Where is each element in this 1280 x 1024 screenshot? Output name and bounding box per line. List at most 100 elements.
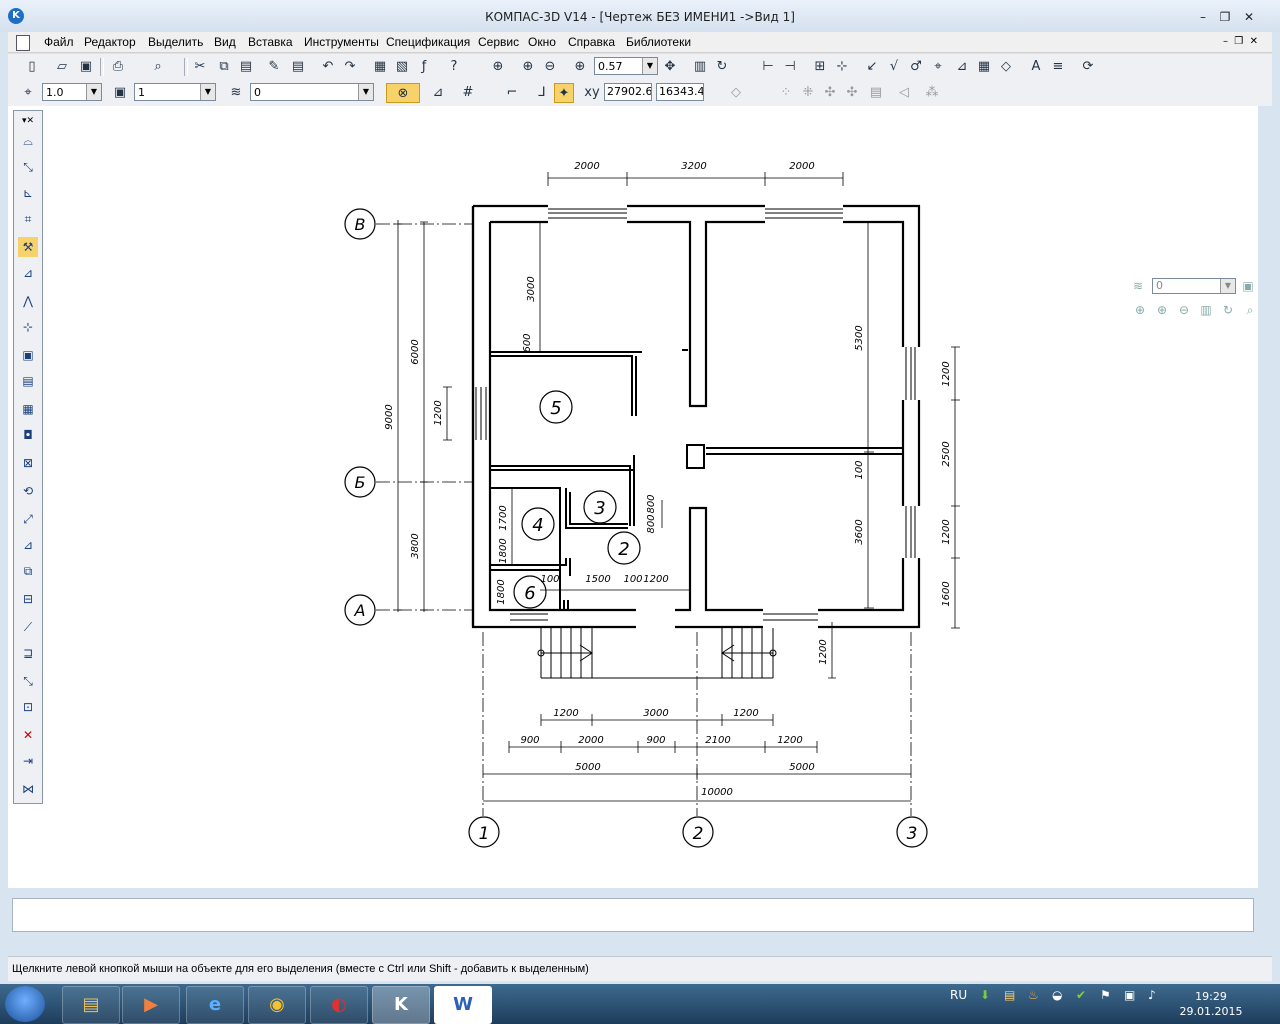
menu-view[interactable]: Вид xyxy=(214,35,236,49)
reports-icon[interactable]: ▣ xyxy=(18,345,38,365)
tray-update-icon[interactable]: ✔ xyxy=(1076,988,1086,1002)
style-icon[interactable]: ≋ xyxy=(226,83,246,103)
symmetry-icon[interactable]: ⊿ xyxy=(18,535,38,555)
trim-icon[interactable]: ⟋ xyxy=(18,617,38,637)
close-button[interactable]: ✕ xyxy=(1240,10,1258,24)
minimize-button[interactable]: – xyxy=(1194,10,1212,24)
paste-icon[interactable]: ▤ xyxy=(236,57,256,77)
menu-editor[interactable]: Редактор xyxy=(84,35,136,49)
cut-icon[interactable]: ✂ xyxy=(190,57,210,77)
orthogonal-icon[interactable]: ⊿ xyxy=(428,83,448,103)
align-icon[interactable]: ⇥ xyxy=(18,751,38,771)
show-all-icon[interactable]: ▥ xyxy=(1196,300,1216,320)
app-taskbar-icon[interactable]: ◐ xyxy=(310,986,368,1024)
view-icon[interactable]: ◘ xyxy=(18,425,38,445)
mdi-controls[interactable]: – ❐ ✕ xyxy=(1223,36,1258,47)
extend-icon[interactable]: ⤡ xyxy=(18,671,38,691)
tray-app-icon[interactable]: ▤ xyxy=(1004,988,1015,1002)
grid-icon[interactable]: # xyxy=(458,83,478,103)
media-player-taskbar-icon[interactable]: ▶ xyxy=(122,986,180,1024)
refresh-icon[interactable]: ↻ xyxy=(1218,300,1238,320)
tree-icon[interactable]: ▦ xyxy=(370,57,390,77)
layer-panel-combo[interactable]: 0 ▼ xyxy=(1152,278,1236,294)
select-icon[interactable]: ⋀ xyxy=(18,291,38,311)
new-document-icon[interactable]: ▯ xyxy=(22,57,42,77)
coord-y-field[interactable]: 16343.4 xyxy=(656,83,704,101)
geometry-icon[interactable]: ⌓ xyxy=(18,131,38,151)
menu-window[interactable]: Окно xyxy=(528,35,556,49)
help-pointer-icon[interactable]: ? xyxy=(444,57,464,77)
style-combo[interactable]: 0 ▼ xyxy=(250,83,374,101)
scale-view-icon[interactable]: ⤢ xyxy=(18,509,38,529)
copy-icon[interactable]: ⧉ xyxy=(214,57,234,77)
ortho-mode-icon[interactable]: ⅃ xyxy=(532,83,552,103)
menu-file[interactable]: Файл xyxy=(44,35,74,49)
menu-specification[interactable]: Спецификация xyxy=(386,35,470,49)
kompas-taskbar-icon[interactable]: K xyxy=(372,986,430,1024)
tolerance-icon[interactable]: ⌖ xyxy=(928,57,948,77)
explorer-taskbar-icon[interactable]: ▤ xyxy=(62,986,120,1024)
parametrization-icon[interactable]: ⚒ xyxy=(18,237,38,257)
local-cs-icon[interactable]: ⌐ xyxy=(502,83,522,103)
coord-x-field[interactable]: 27902.6 xyxy=(604,83,652,101)
chrome-taskbar-icon[interactable]: ◉ xyxy=(248,986,306,1024)
zoom-in-icon[interactable]: ⊕ xyxy=(518,57,538,77)
clock[interactable]: 19:29 29.01.2015 xyxy=(1176,989,1246,1019)
save-icon[interactable]: ▣ xyxy=(76,57,96,77)
document-icon[interactable] xyxy=(16,35,30,51)
line-scale-combo[interactable]: 1.0 ▼ xyxy=(42,83,102,101)
drawing-canvas[interactable]: В Б А 1 2 3 5 3 4 2 6 2000 3200 2000 600… xyxy=(8,106,1258,888)
fillet-icon[interactable]: ⊡ xyxy=(18,697,38,717)
text-icon[interactable]: A xyxy=(1026,57,1046,77)
menu-service[interactable]: Сервис xyxy=(478,35,519,49)
zoom-out-icon[interactable]: ⊖ xyxy=(540,57,560,77)
zoom-scale-icon[interactable]: ⊕ xyxy=(570,57,590,77)
redo-icon[interactable]: ↷ xyxy=(340,57,360,77)
print-preview-icon[interactable]: ⌕ xyxy=(148,57,168,77)
marker-icon[interactable]: ◇ xyxy=(996,57,1016,77)
layers-icon[interactable]: ≋ xyxy=(1128,276,1148,296)
undo-icon[interactable]: ↶ xyxy=(318,57,338,77)
spec-icon[interactable]: ⊹ xyxy=(18,317,38,337)
dimensions-icon[interactable]: ⊢ xyxy=(758,57,778,77)
zoom-window-icon[interactable]: ⊕ xyxy=(488,57,508,77)
round-mode-icon[interactable]: ✦ xyxy=(554,83,574,103)
deform-icon[interactable]: ⊟ xyxy=(18,589,38,609)
start-button[interactable] xyxy=(5,986,45,1022)
menu-tools[interactable]: Инструменты xyxy=(304,35,379,49)
word-taskbar-icon[interactable]: W xyxy=(434,986,492,1024)
grid-snap-icon[interactable]: ⊞ xyxy=(810,57,830,77)
variables-icon[interactable]: ƒ xyxy=(414,57,434,77)
pan-icon[interactable]: ✥ xyxy=(660,57,680,77)
symbol-icon[interactable]: ♂ xyxy=(906,57,926,77)
step-icon[interactable]: ⌖ xyxy=(18,83,38,103)
table-icon[interactable]: ▦ xyxy=(974,57,994,77)
delete-icon[interactable]: ✕ xyxy=(18,725,38,745)
preview-icon[interactable]: ⌕ xyxy=(1240,300,1260,320)
chain-dim-icon[interactable]: ⊣ xyxy=(780,57,800,77)
tray-java-icon[interactable]: ♨ xyxy=(1028,988,1039,1002)
leader-icon[interactable]: ↙ xyxy=(862,57,882,77)
print-icon[interactable]: ⎙ xyxy=(108,57,128,77)
tray-volume-icon[interactable]: ♪ xyxy=(1148,988,1156,1002)
node-icon[interactable]: ⊹ xyxy=(832,57,852,77)
snap-button[interactable]: ⊗ xyxy=(386,83,420,103)
editing-icon[interactable]: ⌗ xyxy=(18,209,38,229)
show-all-icon[interactable]: ▥ xyxy=(690,57,710,77)
tray-network-icon[interactable]: ◒ xyxy=(1052,988,1062,1002)
rotate-view-icon[interactable]: ⟲ xyxy=(18,481,38,501)
zoom-window-icon[interactable]: ⊕ xyxy=(1130,300,1150,320)
properties-icon[interactable]: ▤ xyxy=(288,57,308,77)
menu-libraries[interactable]: Библиотеки xyxy=(626,35,691,49)
insert-icon[interactable]: ▤ xyxy=(18,371,38,391)
copy-objects-icon[interactable]: ⧉ xyxy=(18,561,38,581)
local-view-icon[interactable]: ⊠ xyxy=(18,453,38,473)
layer-combo[interactable]: 1 ▼ xyxy=(134,83,216,101)
save-layer-icon[interactable]: ▣ xyxy=(1238,276,1258,296)
manager-icon[interactable]: ▧ xyxy=(392,57,412,77)
zoom-out-icon[interactable]: ⊖ xyxy=(1174,300,1194,320)
dimensions-icon[interactable]: ⤡ xyxy=(18,157,38,177)
layer-state-icon[interactable]: ▣ xyxy=(110,83,130,103)
zoom-combo[interactable]: 0.57 ▼ xyxy=(594,57,658,75)
break-icon[interactable]: ⊒ xyxy=(18,643,38,663)
